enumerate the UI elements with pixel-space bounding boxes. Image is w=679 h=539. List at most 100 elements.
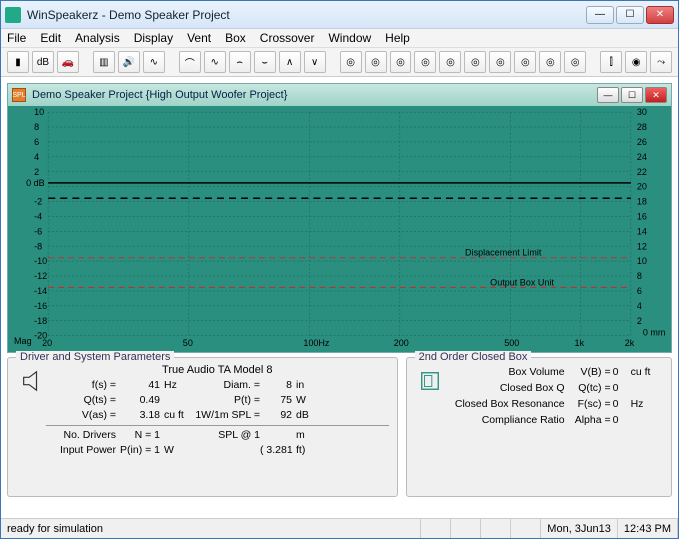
tool-spl-icon[interactable]: ▮	[7, 51, 29, 73]
tool-speaker-icon[interactable]: 🔊	[118, 51, 140, 73]
tool-knob8-icon[interactable]: ◎	[514, 51, 536, 73]
menu-vent[interactable]: Vent	[187, 31, 211, 45]
tool-knob5-icon[interactable]: ◎	[439, 51, 461, 73]
svg-text:8: 8	[637, 271, 642, 281]
status-text: ready for simulation	[1, 519, 421, 538]
driver-icon	[16, 364, 46, 458]
titlebar[interactable]: WinSpeakerz - Demo Speaker Project — ☐ ✕	[1, 1, 678, 29]
box-param-row: Closed Box QQ(tc) =0	[445, 380, 663, 396]
child-close-button[interactable]: ✕	[645, 87, 667, 103]
tool-knob9-icon[interactable]: ◎	[539, 51, 561, 73]
driver-param-row: Q(ts) =0.49P(t) =75W	[46, 393, 389, 408]
tool-bars-icon[interactable]: ▥	[93, 51, 115, 73]
svg-text:-14: -14	[34, 286, 47, 296]
driver-panel-title: Driver and System Parameters	[16, 351, 174, 363]
svg-text:24: 24	[637, 152, 647, 162]
menu-analysis[interactable]: Analysis	[75, 31, 120, 45]
chart-area: 103082862642422220-218-416-614-812-1010-…	[8, 106, 671, 352]
panels-row: Driver and System Parameters True Audio …	[7, 357, 672, 497]
driver-system-row: No. DriversN = 1SPL @ 1m	[46, 428, 389, 443]
svg-text:28: 28	[637, 122, 647, 132]
svg-text:30: 30	[637, 107, 647, 117]
svg-text:-16: -16	[34, 301, 47, 311]
toolbar: ▮ dB 🚗 ▥ 🔊 ∿ ⌒ ∿ ⌢ ⌣ ∧ ∨ ◎ ◎ ◎ ◎ ◎ ◎ ◎ ◎…	[1, 47, 678, 77]
box-param-row: Box VolumeV(B) =0cu ft	[445, 364, 663, 380]
maximize-button[interactable]: ☐	[616, 6, 644, 24]
xlabel: Mag	[14, 336, 32, 346]
tool-db-icon[interactable]: dB	[32, 51, 54, 73]
tool-curve1-icon[interactable]: ⌒	[179, 51, 201, 73]
svg-text:4: 4	[637, 301, 642, 311]
driver-model: True Audio TA Model 8	[46, 364, 389, 376]
svg-text:6: 6	[637, 286, 642, 296]
box-param-row: Closed Box ResonanceF(sc) =0Hz	[445, 396, 663, 412]
tool-curve3-icon[interactable]: ⌢	[229, 51, 251, 73]
tool-knob6-icon[interactable]: ◎	[464, 51, 486, 73]
box-icon	[415, 364, 445, 428]
child-maximize-button[interactable]: ☐	[621, 87, 643, 103]
window-title: WinSpeakerz - Demo Speaker Project	[27, 8, 586, 22]
svg-text:2k: 2k	[625, 338, 635, 348]
svg-text:18: 18	[637, 197, 647, 207]
menu-window[interactable]: Window	[328, 31, 371, 45]
tool-eq-icon[interactable]: ⫿	[600, 51, 622, 73]
status-time: 12:43 PM	[618, 519, 678, 538]
menu-edit[interactable]: Edit	[40, 31, 61, 45]
tool-graph-icon[interactable]: ⤳	[650, 51, 672, 73]
y-zero-label: 0 dB	[26, 178, 45, 188]
driver-system-row: Input PowerP(in) = 1W( 3.281ft)	[46, 443, 389, 458]
status-date: Mon, 3Jun13	[541, 519, 618, 538]
svg-text:-10: -10	[34, 256, 47, 266]
menu-crossover[interactable]: Crossover	[260, 31, 315, 45]
app-icon	[5, 7, 21, 23]
menu-display[interactable]: Display	[134, 31, 173, 45]
svg-text:20: 20	[42, 338, 52, 348]
tool-wave-icon[interactable]: ∿	[143, 51, 165, 73]
label-disp-limit: Displacement Limit	[465, 248, 542, 258]
tool-curve4-icon[interactable]: ⌣	[254, 51, 276, 73]
svg-text:-8: -8	[34, 241, 42, 251]
tool-curve6-icon[interactable]: ∨	[304, 51, 326, 73]
svg-text:4: 4	[34, 152, 39, 162]
tool-target-icon[interactable]: ◉	[625, 51, 647, 73]
tool-knob10-icon[interactable]: ◎	[564, 51, 586, 73]
driver-panel: Driver and System Parameters True Audio …	[7, 357, 398, 497]
svg-text:500: 500	[504, 338, 519, 348]
svg-text:22: 22	[637, 167, 647, 177]
tool-curve2-icon[interactable]: ∿	[204, 51, 226, 73]
box-panel: 2nd Order Closed Box Box VolumeV(B) =0cu…	[406, 357, 672, 497]
svg-text:6: 6	[34, 137, 39, 147]
child-titlebar[interactable]: SPL Demo Speaker Project {High Output Wo…	[8, 84, 671, 106]
minimize-button[interactable]: —	[586, 6, 614, 24]
child-icon: SPL	[12, 88, 26, 102]
menu-box[interactable]: Box	[225, 31, 246, 45]
tool-knob7-icon[interactable]: ◎	[489, 51, 511, 73]
tool-knob1-icon[interactable]: ◎	[340, 51, 362, 73]
child-minimize-button[interactable]: —	[597, 87, 619, 103]
svg-text:1k: 1k	[575, 338, 585, 348]
svg-text:10: 10	[637, 256, 647, 266]
svg-text:-18: -18	[34, 316, 47, 326]
close-button[interactable]: ✕	[646, 6, 674, 24]
menu-file[interactable]: File	[7, 31, 26, 45]
tool-knob2-icon[interactable]: ◎	[365, 51, 387, 73]
svg-text:12: 12	[637, 241, 647, 251]
workspace: SPL Demo Speaker Project {High Output Wo…	[1, 77, 678, 518]
driver-param-row: V(as) =3.18cu ft1W/1m SPL =92dB	[46, 408, 389, 423]
tool-knob3-icon[interactable]: ◎	[390, 51, 412, 73]
svg-text:20: 20	[637, 182, 647, 192]
svg-text:-6: -6	[34, 226, 42, 236]
main-window: WinSpeakerz - Demo Speaker Project — ☐ ✕…	[0, 0, 679, 539]
svg-text:-12: -12	[34, 271, 47, 281]
tool-curve5-icon[interactable]: ∧	[279, 51, 301, 73]
svg-text:8: 8	[34, 122, 39, 132]
svg-text:16: 16	[637, 211, 647, 221]
svg-text:-4: -4	[34, 211, 42, 221]
tool-car-icon[interactable]: 🚗	[57, 51, 79, 73]
tool-knob4-icon[interactable]: ◎	[414, 51, 436, 73]
menu-help[interactable]: Help	[385, 31, 410, 45]
driver-param-row: f(s) =41HzDiam. =8in	[46, 378, 389, 393]
statusbar: ready for simulation Mon, 3Jun13 12:43 P…	[1, 518, 678, 538]
svg-text:26: 26	[637, 137, 647, 147]
box-param-row: Compliance RatioAlpha =0	[445, 412, 663, 428]
